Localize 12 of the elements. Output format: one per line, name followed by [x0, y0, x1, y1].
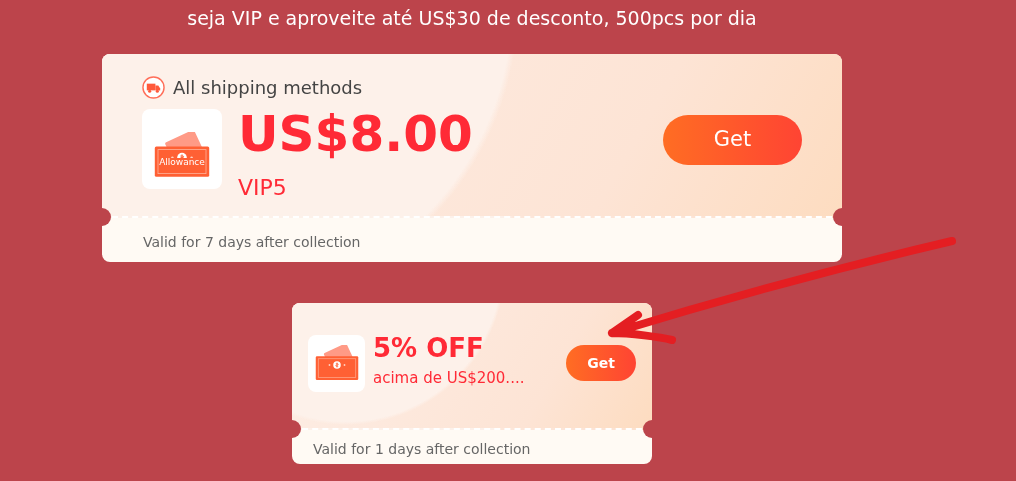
validity-text: Valid for 1 days after collection: [313, 441, 531, 457]
coupon-amount: 5% OFF: [373, 335, 485, 361]
coupon-condition: VIP5: [238, 174, 288, 202]
coupon-condition: acima de US$200....: [373, 368, 526, 389]
shipping-scope: All shipping methods: [173, 76, 363, 100]
promo-text: seja VIP e aproveite até US$30 de desconto, 500pcs por dia: [187, 6, 757, 30]
coupon-amount: US$8.00: [238, 109, 474, 159]
get-button[interactable]: Get: [566, 345, 636, 381]
validity-text: Valid for 7 days after collection: [143, 234, 361, 250]
get-button[interactable]: Get: [663, 115, 802, 165]
truck-icon: [142, 76, 165, 99]
icon-label: Allowance: [159, 157, 205, 167]
